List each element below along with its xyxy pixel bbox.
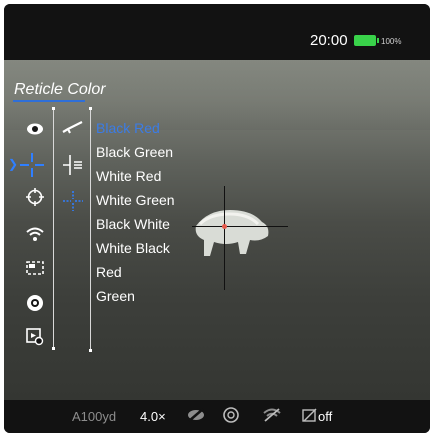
side-menu-divider: [53, 108, 54, 348]
wifi-icon[interactable]: [25, 226, 45, 247]
distance-readout: A100yd: [72, 409, 117, 424]
battery-icon: [354, 35, 379, 46]
submenu-divider: [90, 108, 91, 350]
reticle-center-dot: [222, 224, 227, 229]
divider-dot: [52, 107, 55, 110]
eye-icon[interactable]: [26, 122, 44, 141]
feature-state: off: [318, 409, 333, 424]
aperture-icon[interactable]: [26, 294, 44, 317]
option-white-black[interactable]: White Black: [96, 240, 170, 256]
selection-arrow-icon: ❯: [8, 157, 19, 171]
target-icon[interactable]: [26, 188, 44, 211]
menu-title: Reticle Color: [14, 81, 106, 98]
video-settings-icon[interactable]: [26, 328, 44, 351]
divider-dot: [89, 349, 92, 352]
reticle-horizontal: [192, 226, 288, 227]
rifle-icon[interactable]: [62, 120, 84, 139]
thermal-target: [190, 202, 274, 271]
recoil-icon: [302, 407, 318, 428]
clock: 20:00: [310, 32, 348, 49]
option-black-green[interactable]: Black Green: [96, 144, 173, 160]
option-black-white[interactable]: Black White: [96, 216, 170, 232]
reticle-crosshair-icon[interactable]: [19, 152, 45, 183]
option-white-green[interactable]: White Green: [96, 192, 175, 208]
status-bar: [4, 4, 430, 60]
info-bar: [4, 400, 430, 433]
reticle-color-icon[interactable]: [62, 190, 84, 217]
option-white-red[interactable]: White Red: [96, 168, 161, 184]
eye-off-icon: [186, 408, 206, 427]
divider-dot: [89, 107, 92, 110]
reticle-vertical: [224, 186, 225, 290]
option-black-red[interactable]: Black Red: [96, 120, 160, 136]
battery-percent: 100%: [381, 37, 402, 46]
zoom-readout: 4.0×: [140, 409, 166, 424]
aperture-status-icon: [222, 406, 240, 429]
reticle-type-icon[interactable]: [62, 154, 84, 181]
option-red[interactable]: Red: [96, 264, 122, 280]
device-screen: 20:00 100% Reticle Color ❯ Black Red Bla…: [4, 4, 430, 433]
option-green[interactable]: Green: [96, 288, 135, 304]
divider-dot: [52, 347, 55, 350]
title-underline: [13, 100, 85, 102]
pip-icon[interactable]: [26, 260, 44, 281]
wifi-off-icon: [262, 407, 282, 428]
